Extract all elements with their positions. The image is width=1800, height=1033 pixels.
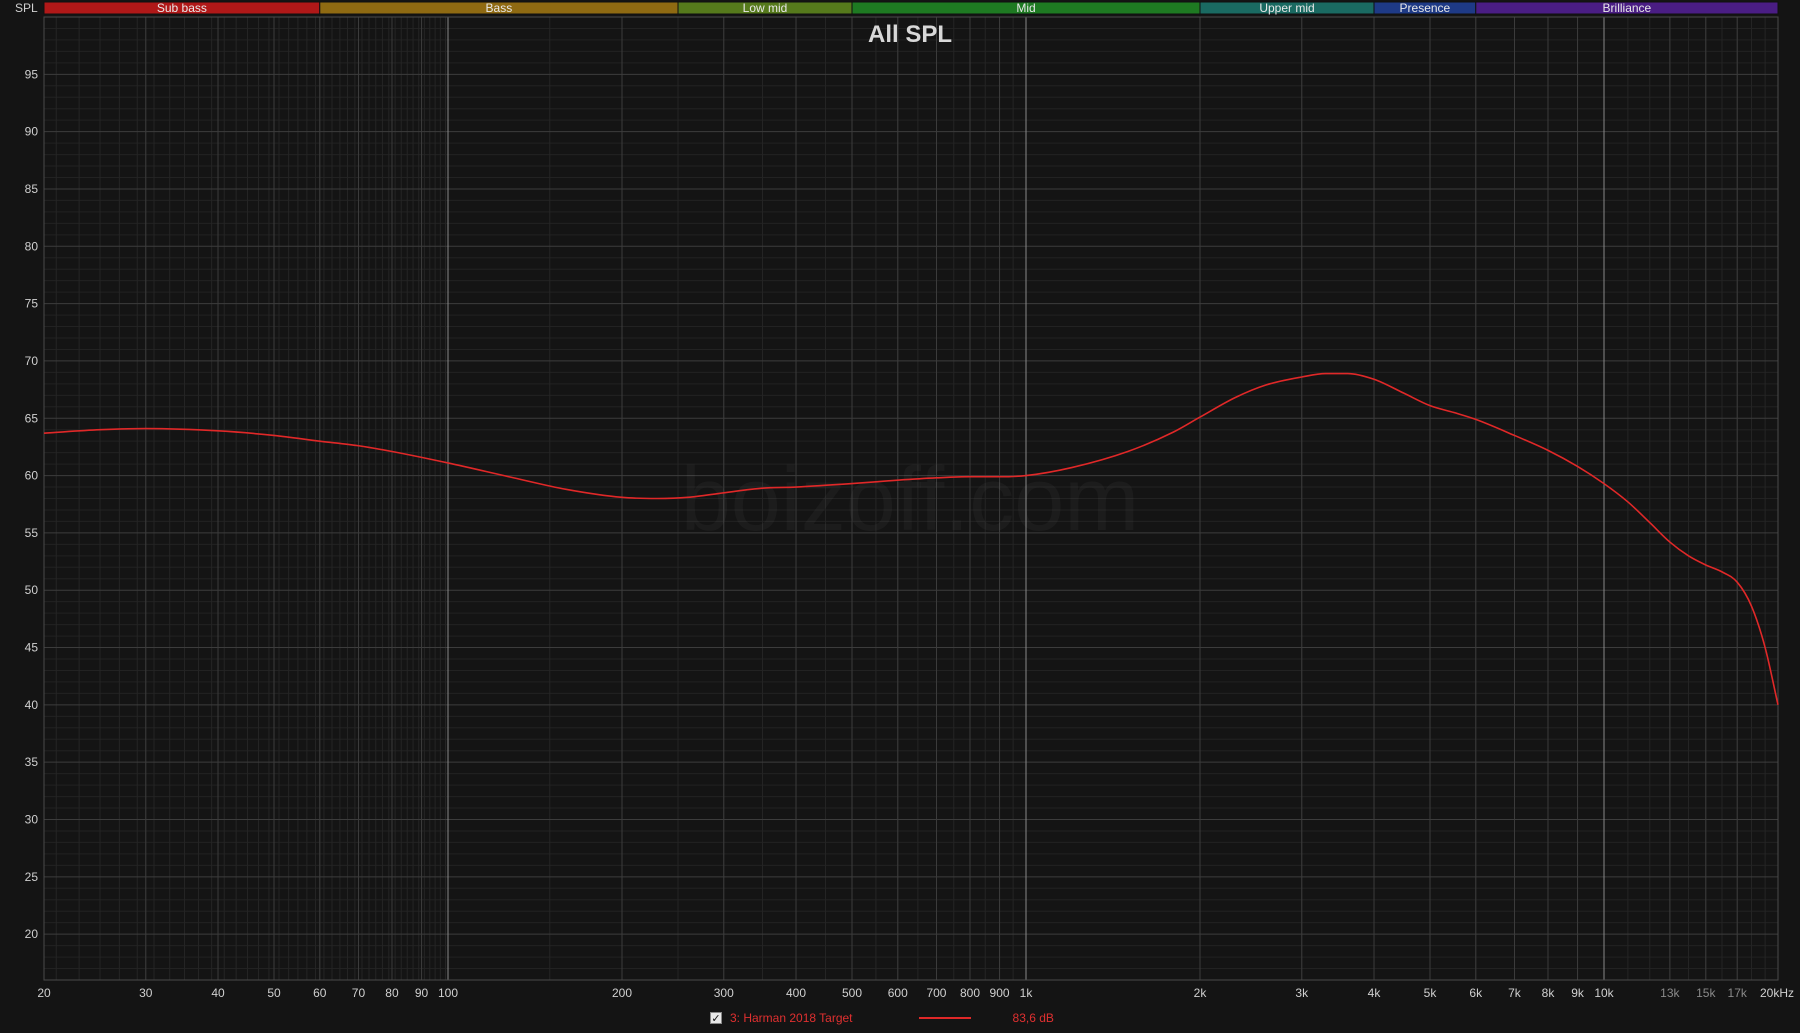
band-label: Upper mid <box>1259 1 1314 15</box>
y-tick-label: 60 <box>25 469 39 483</box>
x-tick-label: 800 <box>960 986 980 1000</box>
legend: ✓ 3: Harman 2018 Target 83,6 dB <box>710 1009 1054 1027</box>
x-tick-label: 100 <box>438 986 458 1000</box>
x-tick-label: 700 <box>926 986 946 1000</box>
y-tick-label: 80 <box>25 239 39 253</box>
x-tick-label: 4k <box>1368 986 1382 1000</box>
x-tick-label: 90 <box>415 986 429 1000</box>
x-tick-label: 6k <box>1469 986 1483 1000</box>
y-tick-label: 45 <box>25 641 39 655</box>
y-tick-label: 90 <box>25 125 39 139</box>
x-tick-label: 2k <box>1194 986 1208 1000</box>
band-label: Mid <box>1016 1 1035 15</box>
x-tick-label: 300 <box>714 986 734 1000</box>
x-tick-label: 1k <box>1020 986 1034 1000</box>
x-tick-label: 7k <box>1508 986 1522 1000</box>
x-unit-tick-label: 20kHz <box>1760 986 1794 1000</box>
legend-line-swatch <box>918 1017 971 1019</box>
y-tick-label: 75 <box>25 297 39 311</box>
x-tick-label: 10k <box>1594 986 1614 1000</box>
x-tick-label: 17k <box>1728 986 1748 1000</box>
x-tick-label: 30 <box>139 986 153 1000</box>
chart-title: All SPL <box>868 21 952 48</box>
y-tick-label: 65 <box>25 411 39 425</box>
x-tick-label: 3k <box>1295 986 1309 1000</box>
x-tick-label: 600 <box>888 986 908 1000</box>
y-tick-label: 25 <box>25 870 39 884</box>
y-tick-label: 20 <box>25 927 39 941</box>
y-tick-label: 40 <box>25 698 39 712</box>
band-label: Brilliance <box>1603 1 1652 15</box>
x-tick-label: 40 <box>211 986 225 1000</box>
y-tick-label: 30 <box>25 813 39 827</box>
legend-series-value: 83,6 dB <box>1012 1011 1054 1025</box>
x-tick-label: 50 <box>267 986 281 1000</box>
x-tick-label: 200 <box>612 986 632 1000</box>
x-tick-label: 70 <box>352 986 366 1000</box>
frequency-bands: Sub bass Bass Low mid Mid Upper mid Presence B… <box>43 1 1779 15</box>
x-tick-label: 5k <box>1424 986 1438 1000</box>
x-tick-label: 400 <box>786 986 806 1000</box>
y-tick-label: 70 <box>25 354 39 368</box>
x-tick-label: 9k <box>1571 986 1585 1000</box>
watermark: boizoff.com <box>681 450 1140 550</box>
x-tick-label: 500 <box>842 986 862 1000</box>
x-tick-label: 20 <box>37 986 51 1000</box>
band-label: Bass <box>486 1 513 15</box>
x-tick-label: 60 <box>313 986 327 1000</box>
y-tick-label: 35 <box>25 755 39 769</box>
y-axis-label: SPL <box>15 1 38 15</box>
x-tick-label: 900 <box>990 986 1010 1000</box>
x-tick-label: 13k <box>1660 986 1680 1000</box>
y-tick-label: 55 <box>25 526 39 540</box>
legend-series-name: 3: Harman 2018 Target <box>730 1011 853 1025</box>
series-visibility-checkbox[interactable]: ✓ <box>710 1012 722 1025</box>
x-tick-label: 80 <box>385 986 399 1000</box>
band-label: Sub bass <box>157 1 207 15</box>
band-label: Presence <box>1400 1 1451 15</box>
frequency-response-chart: Sub bass Bass Low mid Mid Upper mid Presence B… <box>0 0 1800 1033</box>
y-tick-label: 95 <box>25 67 39 81</box>
y-tick-label: 85 <box>25 182 39 196</box>
x-tick-label: 8k <box>1542 986 1556 1000</box>
band-label: Low mid <box>743 1 788 15</box>
y-tick-label: 50 <box>25 583 39 597</box>
x-tick-label: 15k <box>1696 986 1716 1000</box>
